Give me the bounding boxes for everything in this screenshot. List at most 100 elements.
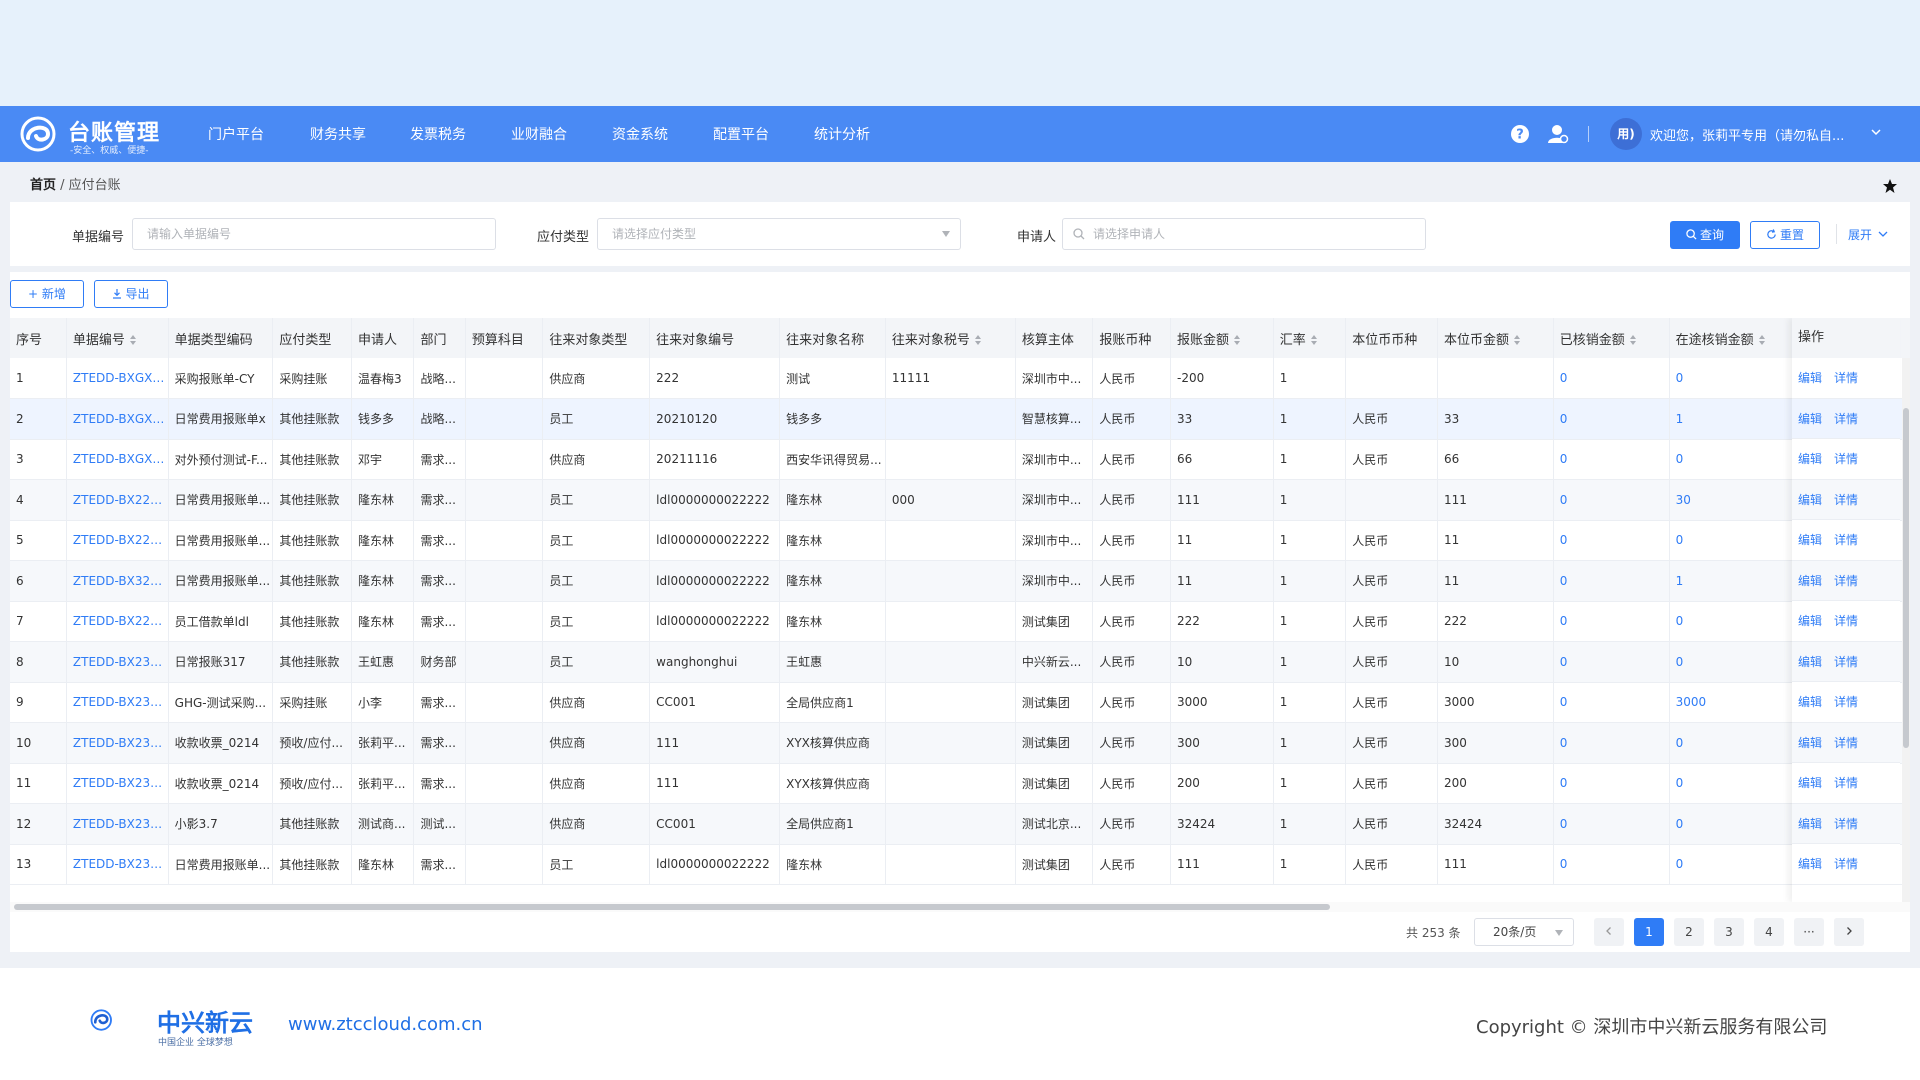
table-row[interactable]: 6 ZTEDD-BX32132 日常费用报账单... 其他挂账款 隆东林 需求... 员工 l…	[10, 560, 1910, 602]
table-row[interactable]: 1 ZTEDD-BXGX192 采购报账单-CY 采购挂账 温春梅3 战略... 供应商 22…	[10, 358, 1910, 399]
table-row[interactable]: 9 ZTEDD-BX23031 GHG-测试采购... 采购挂账 小李 需求... 供应商 C…	[10, 682, 1910, 723]
pay-type-select[interactable]: 请选择应付类型	[597, 218, 961, 250]
detail-link[interactable]: 详情	[1834, 614, 1858, 628]
doc-no-link[interactable]: ZTEDD-BXGX192	[66, 358, 169, 399]
vertical-scrollbar[interactable]	[1902, 358, 1910, 902]
doc-no-link[interactable]: ZTEDD-BX23031	[66, 641, 169, 683]
breadcrumb-home[interactable]: 首页	[30, 178, 56, 193]
edit-link[interactable]: 编辑	[1798, 614, 1822, 628]
detail-link[interactable]: 详情	[1834, 574, 1858, 588]
horizontal-scrollbar[interactable]	[10, 902, 1910, 912]
table-row[interactable]: 4 ZTEDD-BX22220 日常费用报账单... 其他挂账款 隆东林 需求... 员工 l…	[10, 479, 1910, 521]
edit-link[interactable]: 编辑	[1798, 493, 1822, 507]
nav-item-portal[interactable]: 门户平台	[208, 124, 264, 144]
detail-link[interactable]: 详情	[1834, 412, 1858, 426]
detail-link[interactable]: 详情	[1834, 736, 1858, 750]
doc-no-link[interactable]: ZTEDD-BXGX142	[66, 398, 169, 440]
doc-no-link[interactable]: ZTEDD-BX22220	[66, 479, 169, 521]
table-row[interactable]: 12 ZTEDD-BX23022 小影3.7 其他挂账款 测试商... 测试... 供应商 C…	[10, 803, 1910, 845]
nav-item-statistics[interactable]: 统计分析	[814, 124, 870, 144]
sort-icon[interactable]	[1513, 334, 1521, 346]
sort-icon[interactable]	[1310, 334, 1318, 346]
edit-link[interactable]: 编辑	[1798, 533, 1822, 547]
column-header[interactable]: 在途核销金额	[1669, 318, 1799, 358]
edit-link[interactable]: 编辑	[1798, 776, 1822, 790]
doc-no-link[interactable]: ZTEDD-BX23022	[66, 803, 169, 845]
user-switch-icon[interactable]	[1547, 123, 1569, 145]
page-size-select[interactable]: 20条/页	[1474, 918, 1574, 946]
detail-link[interactable]: 详情	[1834, 493, 1858, 507]
page-button[interactable]: 3	[1714, 918, 1744, 946]
detail-link[interactable]: 详情	[1834, 857, 1858, 871]
sort-icon[interactable]	[129, 334, 137, 346]
detail-link[interactable]: 详情	[1834, 452, 1858, 466]
edit-link[interactable]: 编辑	[1798, 574, 1822, 588]
edit-link[interactable]: 编辑	[1798, 736, 1822, 750]
add-button[interactable]: + 新增	[10, 280, 84, 308]
column-header[interactable]: 单据编号	[66, 318, 169, 358]
page-button[interactable]: 4	[1754, 918, 1784, 946]
table-row[interactable]: 11 ZTEDD-BX23030 收款收票_0214 预收/应付... 张莉平... 需求…	[10, 763, 1910, 804]
table-row[interactable]: 2 ZTEDD-BXGX142 日常费用报账单x 其他挂账款 钱多多 战略... 员工 202…	[10, 398, 1910, 440]
doc-no-input[interactable]: 请输入单据编号	[132, 218, 496, 250]
doc-no-link[interactable]: ZTEDD-BXGX613	[66, 439, 169, 480]
nav-item-config-platform[interactable]: 配置平台	[713, 124, 769, 144]
edit-link[interactable]: 编辑	[1798, 655, 1822, 669]
applicant-select[interactable]: 请选择申请人	[1062, 218, 1426, 250]
page-button[interactable]: 1	[1634, 918, 1664, 946]
sort-icon[interactable]	[1629, 334, 1637, 346]
footer-url-link[interactable]: www.ztccloud.com.cn	[288, 1014, 483, 1035]
edit-link[interactable]: 编辑	[1798, 817, 1822, 831]
column-header[interactable]: 汇率	[1273, 318, 1347, 358]
help-icon[interactable]: ?	[1510, 124, 1530, 144]
table-row[interactable]: 13 ZTEDD-BX23021 日常费用报账单... 其他挂账款 隆东林 需求... 员工…	[10, 844, 1910, 885]
doc-no-link[interactable]: ZTEDD-BX32132	[66, 560, 169, 602]
page-button[interactable]: 2	[1674, 918, 1704, 946]
prev-page-button[interactable]	[1594, 918, 1624, 946]
horizontal-scroll-thumb[interactable]	[14, 904, 1330, 910]
nav-item-finance-share[interactable]: 财务共享	[310, 124, 366, 144]
edit-link[interactable]: 编辑	[1798, 371, 1822, 385]
table-row[interactable]: 3 ZTEDD-BXGX613 对外预付测试-F... 其他挂账款 邓宇 需求... 供应商…	[10, 439, 1910, 480]
doc-no-link[interactable]: ZTEDD-BX22091	[66, 601, 169, 642]
doc-no-link[interactable]: ZTEDD-BX22220	[66, 520, 169, 561]
star-icon[interactable]	[1882, 178, 1898, 194]
page-ellipsis[interactable]: ···	[1794, 918, 1824, 946]
table-row[interactable]: 10 ZTEDD-BX23030 收款收票_0214 预收/应付... 张莉平... 需求…	[10, 722, 1910, 764]
doc-no-link[interactable]: ZTEDD-BX23030	[66, 722, 169, 764]
expand-toggle[interactable]: 展开	[1848, 226, 1888, 243]
doc-no-link[interactable]: ZTEDD-BX23021	[66, 844, 169, 885]
table-row[interactable]: 8 ZTEDD-BX23031 日常报账317 其他挂账款 王虹惠 财务部 员工 wangho…	[10, 641, 1910, 683]
reset-button[interactable]: 重置	[1750, 221, 1820, 249]
sort-icon[interactable]	[1233, 334, 1241, 346]
app-logo[interactable]: 台账管理 -安全、权威、便捷-	[18, 114, 166, 156]
column-header[interactable]: 本位币金额	[1437, 318, 1554, 358]
edit-link[interactable]: 编辑	[1798, 857, 1822, 871]
sort-icon[interactable]	[974, 334, 982, 346]
edit-link[interactable]: 编辑	[1798, 452, 1822, 466]
column-header[interactable]: 往来对象税号	[885, 318, 1016, 358]
nav-item-business-finance[interactable]: 业财融合	[511, 124, 567, 144]
doc-no-link[interactable]: ZTEDD-BX23030	[66, 763, 169, 804]
detail-link[interactable]: 详情	[1834, 776, 1858, 790]
welcome-text[interactable]: 欢迎您，张莉平专用（请勿私自...	[1650, 125, 1844, 144]
detail-link[interactable]: 详情	[1834, 655, 1858, 669]
table-row[interactable]: 5 ZTEDD-BX22220 日常费用报账单... 其他挂账款 隆东林 需求... 员工 l…	[10, 520, 1910, 561]
next-page-button[interactable]	[1834, 918, 1864, 946]
column-header[interactable]: 已核销金额	[1553, 318, 1670, 358]
detail-link[interactable]: 详情	[1834, 695, 1858, 709]
nav-item-invoice-tax[interactable]: 发票税务	[410, 124, 466, 144]
nav-item-fund-system[interactable]: 资金系统	[612, 124, 668, 144]
edit-link[interactable]: 编辑	[1798, 412, 1822, 426]
table-row[interactable]: 7 ZTEDD-BX22091 员工借款单ldl 其他挂账款 隆东林 需求... 员工 ldl…	[10, 601, 1910, 642]
column-header[interactable]: 报账金额	[1170, 318, 1274, 358]
export-button[interactable]: 导出	[94, 280, 168, 308]
query-button[interactable]: 查询	[1670, 221, 1740, 249]
edit-link[interactable]: 编辑	[1798, 695, 1822, 709]
avatar[interactable]: 用)	[1610, 118, 1642, 150]
detail-link[interactable]: 详情	[1834, 371, 1858, 385]
chevron-down-icon[interactable]	[1870, 126, 1882, 138]
sort-icon[interactable]	[1758, 334, 1766, 346]
detail-link[interactable]: 详情	[1834, 817, 1858, 831]
detail-link[interactable]: 详情	[1834, 533, 1858, 547]
